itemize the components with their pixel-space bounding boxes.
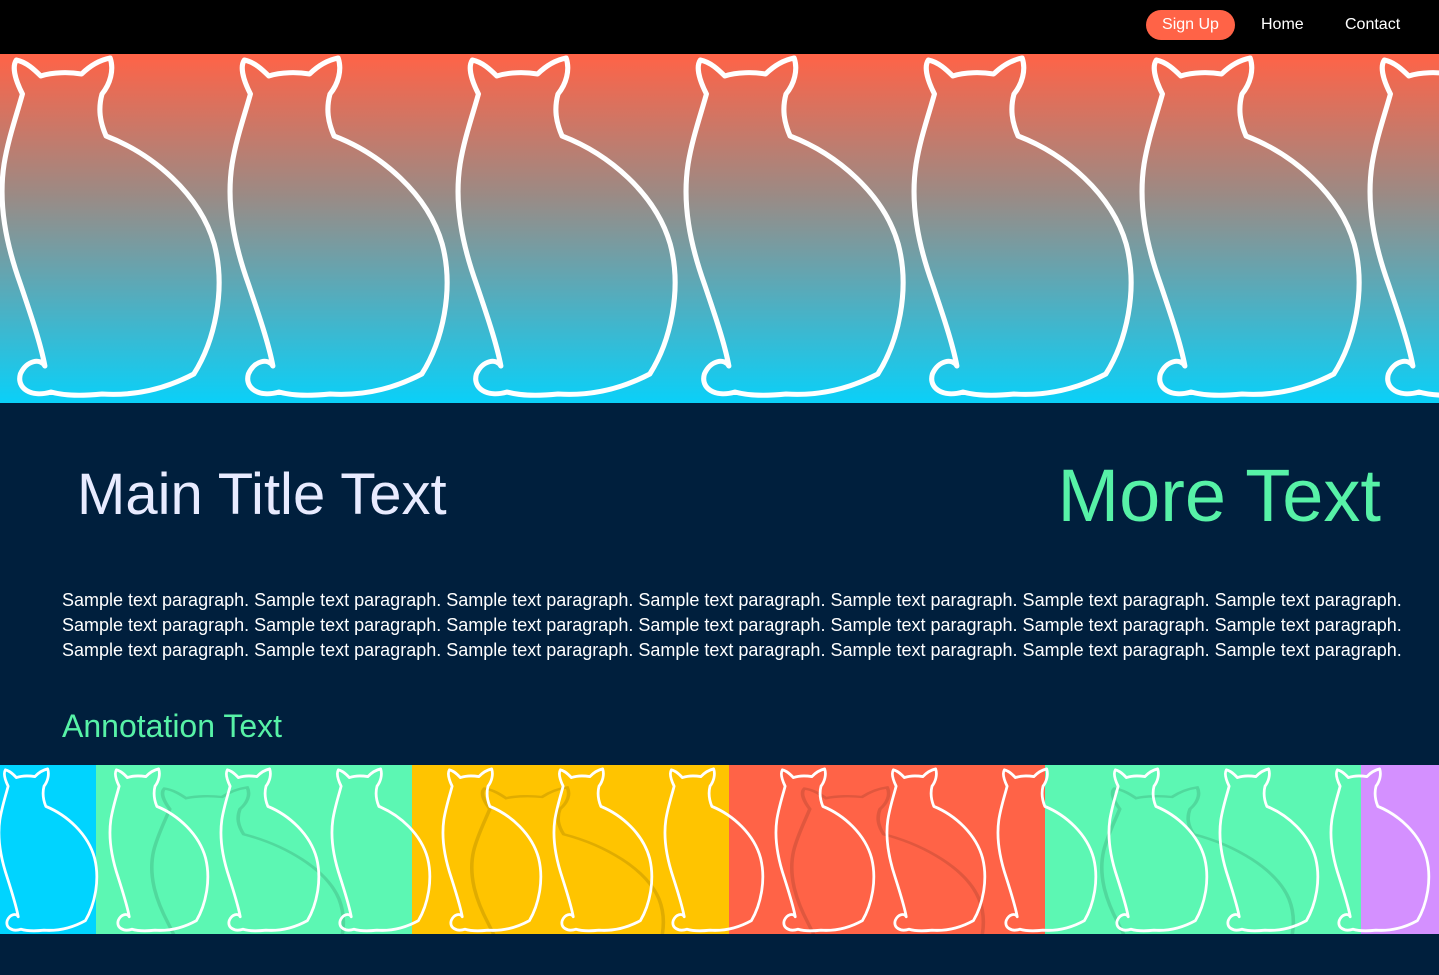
cat-pattern-strip xyxy=(0,765,1439,934)
cat-silhouette-icon xyxy=(683,55,906,398)
secondary-title: More Text xyxy=(1057,454,1381,537)
cat-silhouette-icon xyxy=(455,55,678,398)
color-strip xyxy=(0,765,1439,934)
footer-background xyxy=(0,934,1439,975)
strip-color-block xyxy=(0,765,96,934)
hero-banner xyxy=(0,54,1439,403)
top-navbar: Sign Up Home Contact xyxy=(0,0,1439,54)
cat-silhouette-icon xyxy=(911,55,1134,398)
nav-link-contact[interactable]: Contact xyxy=(1345,10,1400,40)
strip-color-block xyxy=(1361,765,1439,934)
cat-silhouette-icon xyxy=(1367,57,1439,398)
signup-button[interactable]: Sign Up xyxy=(1146,10,1235,40)
page-title: Main Title Text xyxy=(77,462,447,527)
annotation-text: Annotation Text xyxy=(62,708,283,744)
cat-silhouette-icon xyxy=(0,55,222,398)
cat-pattern xyxy=(0,55,1439,398)
body-paragraph: Sample text paragraph. Sample text parag… xyxy=(62,590,1402,660)
cat-silhouette-icon xyxy=(227,55,450,398)
cat-silhouette-icon xyxy=(1139,55,1362,398)
strip-color-block xyxy=(96,765,412,934)
nav-link-home[interactable]: Home xyxy=(1261,10,1304,40)
